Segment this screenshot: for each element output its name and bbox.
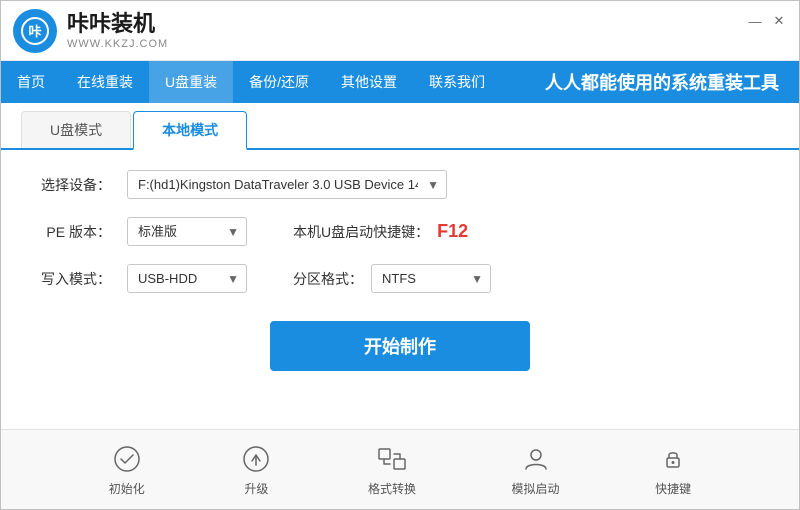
close-button[interactable]: ✕ [771,13,787,29]
device-select-wrapper: F:(hd1)Kingston DataTraveler 3.0 USB Dev… [127,170,447,199]
svg-text:咔: 咔 [28,24,41,39]
tab-local-mode[interactable]: 本地模式 [133,111,247,150]
toolbar-label-shortcut: 快捷键 [655,480,691,497]
tab-bar: U盘模式 本地模式 [1,103,799,150]
main-content: 选择设备： F:(hd1)Kingston DataTraveler 3.0 U… [1,150,799,429]
pe-label: PE 版本： [41,222,111,242]
toolbar-item-shortcut[interactable]: 快捷键 [655,443,691,497]
pe-select[interactable]: 标准版 [127,217,247,246]
pe-select-wrapper: 标准版 ▼ [127,217,247,246]
toolbar-item-simulate[interactable]: 模拟启动 [512,443,560,497]
toolbar-item-upgrade[interactable]: 升级 [240,443,272,497]
app-logo: 咔 [13,9,57,53]
toolbar-label-convert: 格式转换 [368,480,416,497]
partition-label: 分区格式： [293,269,363,289]
nav-home[interactable]: 首页 [1,61,61,103]
toolbar-label-upgrade: 升级 [244,480,268,497]
upload-circle-icon [240,443,272,475]
device-select[interactable]: F:(hd1)Kingston DataTraveler 3.0 USB Dev… [127,170,447,199]
nav-other-settings[interactable]: 其他设置 [325,61,413,103]
device-label: 选择设备： [41,175,111,195]
partition-group: 分区格式： NTFS ▼ [293,264,491,293]
titlebar: 咔 咔咔装机 WWW.KKZJ.COM — ✕ [1,1,799,61]
write-select[interactable]: USB-HDD [127,264,247,293]
pe-hotkey-row: PE 版本： 标准版 ▼ 本机U盘启动快捷键： F12 [41,217,759,246]
nav-backup-restore[interactable]: 备份/还原 [233,61,325,103]
minimize-button[interactable]: — [747,13,763,29]
hotkey-label: 本机U盘启动快捷键： [293,222,429,242]
hotkey-group: 本机U盘启动快捷键： F12 [293,221,468,242]
nav-online-reinstall[interactable]: 在线重装 [61,61,149,103]
app-title: 咔咔装机 [67,11,168,37]
hotkey-value: F12 [437,221,468,242]
check-circle-icon [111,443,143,475]
write-partition-row: 写入模式： USB-HDD ▼ 分区格式： NTFS ▼ [41,264,759,293]
convert-icon [376,443,408,475]
write-select-wrapper: USB-HDD ▼ [127,264,247,293]
lock-circle-icon [657,443,689,475]
app-title-group: 咔咔装机 WWW.KKZJ.COM [67,11,168,49]
device-row: 选择设备： F:(hd1)Kingston DataTraveler 3.0 U… [41,170,759,199]
nav-contact-us[interactable]: 联系我们 [413,61,501,103]
app-subtitle: WWW.KKZJ.COM [67,38,168,50]
toolbar-label-initialize: 初始化 [109,480,145,497]
toolbar-item-convert[interactable]: 格式转换 [368,443,416,497]
navbar: 首页 在线重装 U盘重装 备份/还原 其他设置 联系我们 人人都能使用的系统重装… [1,61,799,103]
write-label: 写入模式： [41,269,111,289]
person-circle-icon [520,443,552,475]
nav-slogan: 人人都能使用的系统重装工具 [545,69,799,95]
nav-usb-reinstall[interactable]: U盘重装 [149,61,233,103]
tab-usb-mode[interactable]: U盘模式 [21,111,131,148]
toolbar-label-simulate: 模拟启动 [512,480,560,497]
partition-select-wrapper: NTFS ▼ [371,264,491,293]
bottom-toolbar: 初始化 升级 格式转换 [1,429,799,509]
main-window: 咔 咔咔装机 WWW.KKZJ.COM — ✕ 首页 在线重装 U盘重装 备份/… [0,0,800,510]
toolbar-item-initialize[interactable]: 初始化 [109,443,145,497]
start-button[interactable]: 开始制作 [270,321,530,371]
window-controls: — ✕ [747,13,787,29]
partition-select[interactable]: NTFS [371,264,491,293]
